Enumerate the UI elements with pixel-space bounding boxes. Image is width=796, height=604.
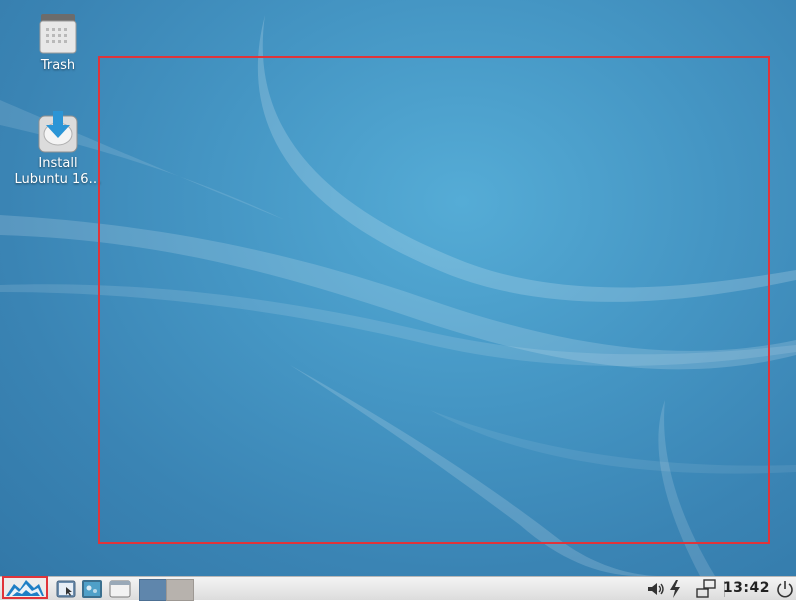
shutdown-icon [777, 581, 793, 598]
show-desktop-icon [82, 580, 102, 598]
trash-icon [36, 12, 80, 56]
window-icon [109, 580, 131, 598]
network-button[interactable] [695, 578, 717, 600]
start-menu-button[interactable] [2, 576, 48, 599]
taskbar: 13:42 [0, 576, 796, 601]
desktop[interactable]: Trash Install Lubuntu 16… [0, 0, 796, 576]
power-status-button[interactable] [667, 578, 683, 600]
desktop-icon-trash[interactable]: Trash [8, 12, 108, 74]
desktop-icon-label: Trash [40, 58, 76, 73]
show-desktop-launcher[interactable] [81, 578, 103, 600]
window-list-launcher[interactable] [109, 578, 131, 600]
lubuntu-menu-icon [6, 580, 44, 596]
file-manager-launcher[interactable] [55, 578, 77, 600]
highlight-region [98, 56, 770, 544]
network-icon [696, 579, 716, 598]
file-manager-icon [56, 580, 76, 598]
volume-button[interactable] [645, 578, 667, 600]
power-icon [670, 580, 680, 598]
clock[interactable]: 13:42 [723, 580, 770, 596]
desktop-pager-2[interactable] [166, 579, 194, 601]
shutdown-button[interactable] [776, 578, 794, 600]
desktop-pager-1[interactable] [139, 579, 167, 601]
desktop-icon-label: Install Lubuntu 16… [14, 156, 102, 187]
desktop-icon-install-lubuntu[interactable]: Install Lubuntu 16… [8, 110, 108, 188]
installer-icon [36, 110, 80, 154]
volume-icon [648, 583, 664, 595]
